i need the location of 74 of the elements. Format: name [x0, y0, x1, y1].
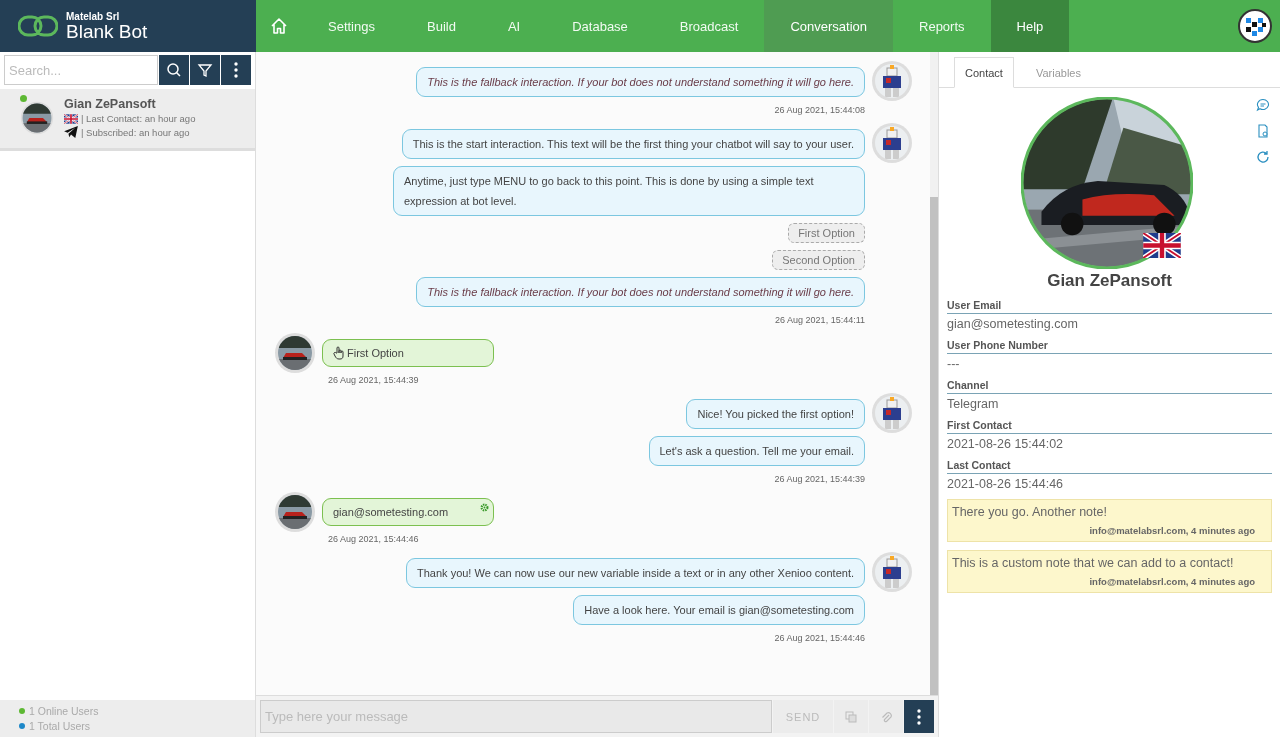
more-button[interactable]: [221, 55, 251, 85]
last-contact-text: | Last Contact: an hour ago: [81, 113, 196, 124]
quick-reply-button[interactable]: First Option: [788, 223, 865, 243]
note-text: There you go. Another note!: [952, 505, 1108, 519]
document-icon[interactable]: [1256, 124, 1270, 138]
message-time: 26 Aug 2021, 15:44:46: [774, 633, 865, 643]
message-bubble: Let's ask a question. Tell me your email.: [648, 436, 865, 466]
nav-tab[interactable]: AI: [481, 0, 547, 52]
nav-tab[interactable]: Broadcast: [653, 0, 765, 52]
nav-tab[interactable]: Build: [401, 0, 482, 52]
message-bubble: This is the fallback interaction. If your bot does not understand something it will go here.: [416, 67, 865, 97]
search-field[interactable]: Search...: [4, 55, 158, 85]
message-time: 26 Aug 2021, 15:44:11: [775, 315, 865, 325]
field-label: User Email: [947, 299, 1272, 314]
nav-tab[interactable]: Help: [990, 0, 1070, 52]
user-count: 1 Online Users: [29, 705, 99, 717]
home-icon: [269, 16, 289, 36]
message-time: 26 Aug 2021, 15:44:46: [328, 534, 419, 544]
message-bubble: Have a look here. Your email is gian@sometesting.com: [573, 595, 865, 625]
nav-tab[interactable]: Conversation: [764, 0, 893, 52]
panel-tab[interactable]: Variables: [1025, 57, 1091, 88]
chat-icon[interactable]: [1256, 98, 1270, 112]
message-time: 26 Aug 2021, 15:44:39: [774, 474, 865, 484]
search-button[interactable]: [159, 55, 189, 85]
copy-icon: [845, 710, 857, 723]
field-value: ---: [947, 356, 961, 371]
note-text: This is a custom note that we can add to a contact!: [952, 556, 1235, 570]
filter-icon: [197, 62, 213, 78]
paperclip-icon: [880, 709, 892, 724]
bot-name: Blank Bot: [66, 21, 148, 42]
more-icon: [917, 708, 921, 725]
loop-logo-icon: [18, 14, 58, 38]
checker-avatar-icon[interactable]: [1238, 9, 1272, 43]
field-label: First Contact: [947, 419, 1272, 434]
field-value: gian@sometesting.com: [947, 316, 1079, 331]
nav-tab[interactable]: Reports: [893, 0, 991, 52]
panel-tab[interactable]: Contact: [954, 57, 1014, 88]
message-bubble: Anytime, just type MENU to go back to this point. This is done by using a simple text expression at bot level.: [393, 166, 865, 216]
hand-pointer-icon: [333, 346, 345, 360]
field-value: 2021-08-26 15:44:02: [947, 436, 1065, 451]
message-bubble: Nice! You picked the first option!: [686, 399, 865, 429]
refresh-icon[interactable]: [1256, 150, 1270, 164]
subscribed-text: | Subscribed: an hour ago: [81, 126, 190, 138]
nav-tab[interactable]: Settings: [302, 0, 401, 52]
gear-icon: [480, 503, 489, 512]
note-meta: info@matelabsrl.com, 4 minutes ago: [1089, 525, 1255, 536]
contact-item[interactable]: Gian ZePansoft | Last Contact: an hour ago | Subscribed: an hour ago: [0, 89, 255, 151]
message-time: 26 Aug 2021, 15:44:08: [774, 105, 865, 115]
user-count: 1 Total Users: [29, 720, 91, 732]
nav-tab[interactable]: Database: [546, 0, 654, 52]
company-name: Matelab Srl: [66, 10, 121, 22]
contact-name: Gian ZePansoft: [64, 97, 157, 111]
paper-plane-icon: [64, 126, 78, 138]
contact-name: Gian ZePansoft: [1046, 271, 1173, 291]
more-button[interactable]: [904, 700, 934, 733]
reply-text: gian@sometesting.com: [333, 505, 449, 520]
field-label: Channel: [947, 379, 1272, 394]
message-bubble: Thank you! We can now use our new variable inside a text or in any other Xenioo content.: [406, 558, 865, 588]
uk-flag-icon: [64, 113, 78, 124]
message-bubble: This is the start interaction. This text will be the first thing your chatbot will say to your user.: [401, 129, 865, 159]
field-label: Last Contact: [947, 459, 1272, 474]
reply-text: First Option: [347, 346, 404, 361]
quick-reply-button[interactable]: Second Option: [772, 250, 865, 270]
more-icon: [234, 62, 238, 78]
scrollbar[interactable]: [930, 52, 938, 695]
field-value: 2021-08-26 15:44:46: [947, 476, 1065, 491]
uk-flag-icon: [1142, 233, 1181, 258]
field-value: Telegram: [947, 396, 1000, 411]
message-time: 26 Aug 2021, 15:44:39: [328, 375, 419, 385]
search-icon: [166, 62, 182, 78]
field-label: User Phone Number: [947, 339, 1272, 354]
filter-button[interactable]: [190, 55, 220, 85]
note-meta: info@matelabsrl.com, 4 minutes ago: [1089, 576, 1255, 587]
message-bubble: This is the fallback interaction. If your bot does not understand something it will go here.: [416, 277, 865, 307]
